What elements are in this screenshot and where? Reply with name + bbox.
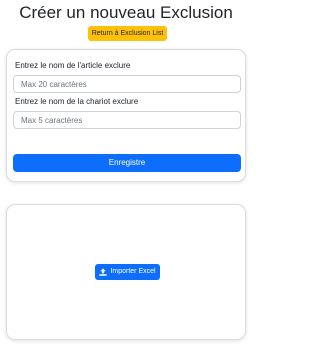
exclusion-form-card: Entrez le nom de l'article exclure Entre… (6, 49, 246, 182)
article-label: Entrez le nom de l'article exclure (15, 61, 131, 70)
chariot-name-input[interactable] (13, 111, 241, 129)
upload-icon (99, 268, 108, 276)
article-name-input[interactable] (13, 75, 241, 93)
return-to-list-button[interactable]: Return à Exclusion List (88, 26, 167, 41)
chariot-label: Entrez le nom de la chariot exclure (15, 97, 139, 106)
import-excel-label: Importer Excel (110, 268, 156, 275)
import-excel-button[interactable]: Importer Excel (95, 264, 160, 280)
page: Créer un nouveau Exclusion Return à Excl… (0, 0, 252, 359)
page-title: Créer un nouveau Exclusion (19, 3, 233, 22)
import-card: Importer Excel (6, 204, 246, 340)
save-button[interactable]: Enregistre (13, 154, 241, 172)
